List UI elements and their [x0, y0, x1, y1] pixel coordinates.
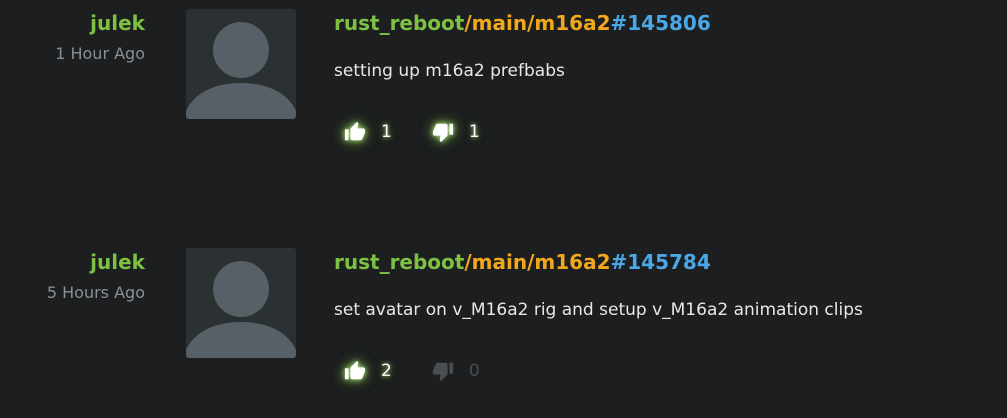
upvote-button[interactable]: 1 — [344, 121, 392, 143]
upvote-count: 2 — [381, 361, 392, 381]
downvote-count: 1 — [468, 122, 480, 142]
repo-link[interactable]: rust_reboot — [334, 250, 464, 274]
thumbs-down-icon — [432, 121, 454, 143]
vote-bar: 2 0 — [344, 359, 480, 383]
branch-link[interactable]: /main/m16a2 — [464, 250, 610, 274]
thumbs-up-icon — [344, 121, 366, 143]
commit-message: setting up m16a2 prefbabs — [334, 61, 565, 81]
default-user-icon — [186, 261, 296, 358]
default-user-icon — [186, 22, 296, 119]
vote-bar: 1 1 — [344, 120, 480, 144]
commit-entry: julek 1 Hour Ago rust_reboot/main/m16a2#… — [0, 0, 1007, 160]
commit-headline: rust_reboot/main/m16a2#145806 — [334, 10, 711, 36]
downvote-button[interactable]: 0 — [432, 360, 480, 382]
thumbs-down-icon — [432, 360, 454, 382]
changeset-link[interactable]: #145784 — [610, 250, 710, 274]
upvote-button[interactable]: 2 — [344, 360, 392, 382]
thumbs-up-icon — [344, 360, 366, 382]
author-name[interactable]: julek — [90, 249, 145, 275]
commit-entry: julek 5 Hours Ago rust_reboot/main/m16a2… — [0, 239, 1007, 399]
upvote-count: 1 — [381, 122, 392, 142]
branch-link[interactable]: /main/m16a2 — [464, 11, 610, 35]
avatar[interactable] — [186, 248, 296, 358]
avatar[interactable] — [186, 9, 296, 119]
commit-message: set avatar on v_M16a2 rig and setup v_M1… — [334, 300, 863, 320]
repo-link[interactable]: rust_reboot — [334, 11, 464, 35]
changeset-link[interactable]: #145806 — [610, 11, 710, 35]
time-ago: 1 Hour Ago — [55, 44, 145, 63]
time-ago: 5 Hours Ago — [46, 283, 145, 302]
commit-headline: rust_reboot/main/m16a2#145784 — [334, 249, 711, 275]
downvote-count: 0 — [468, 361, 480, 381]
downvote-button[interactable]: 1 — [432, 121, 480, 143]
author-name[interactable]: julek — [90, 10, 145, 36]
commit-feed: julek 1 Hour Ago rust_reboot/main/m16a2#… — [0, 0, 1007, 418]
